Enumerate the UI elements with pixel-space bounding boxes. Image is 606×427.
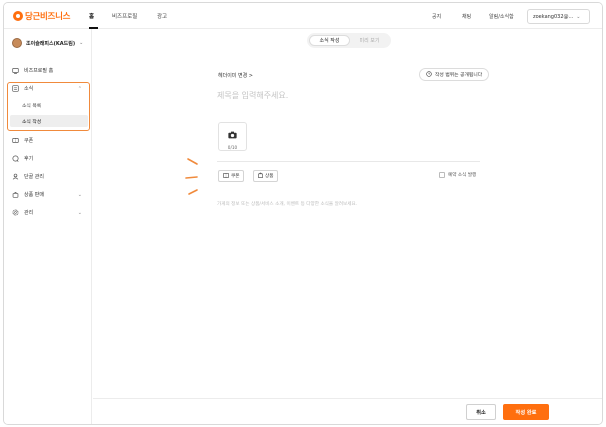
chevron-up-icon: ⌃ (77, 85, 82, 92)
attach-product-button[interactable]: 상품 (253, 170, 279, 182)
decorative-dashes (185, 158, 198, 195)
news-icon (12, 85, 19, 92)
nav-tab-home[interactable]: 홈 (89, 12, 94, 20)
chat-link[interactable]: 채팅 (462, 13, 471, 20)
profile-switcher[interactable]: 조이슬래피스(KA드림) ⌄ (12, 38, 83, 48)
sidebar-subitem-news-list[interactable]: 소식 목록 (10, 99, 88, 111)
notice-link[interactable]: 공지 (432, 13, 441, 20)
camera-icon (228, 124, 237, 143)
mode-toggle: 소식 작성 미리 보기 (307, 33, 391, 48)
chevron-down-icon: ⌄ (77, 191, 82, 198)
browser-window: 당근비즈니스 홈 비즈프로필 광고 공지 채팅 알림/소식함 zoekang03… (3, 2, 603, 425)
reserve-label: 예약 소식 발행 (448, 173, 477, 178)
sidebar-item-label: 후기 (24, 156, 34, 162)
attach-coupon-button[interactable]: 쿠폰 (218, 170, 245, 182)
avatar (12, 38, 22, 48)
profile-home-icon (12, 67, 19, 74)
sidebar-item-review[interactable]: 후기 (12, 155, 86, 162)
body-input[interactable] (217, 198, 480, 210)
cancel-button[interactable]: 취소 (466, 404, 496, 420)
title-input[interactable] (217, 88, 477, 102)
logo-mark-icon (13, 11, 23, 21)
header-image-change-link[interactable]: 헤더이미 변경 > (218, 72, 253, 79)
account-email: zoekang032@... (533, 13, 574, 20)
tab-preview[interactable]: 미리 보기 (350, 35, 389, 46)
coupon-icon (223, 172, 229, 180)
review-icon (12, 155, 19, 162)
notifications-link[interactable]: 알림/소식함 (489, 13, 514, 20)
audience-button[interactable]: 작성 범위는 공개됩니다 (419, 68, 490, 81)
sidebar-item-news[interactable]: 소식 ⌃ (12, 85, 86, 92)
reserve-checkbox[interactable] (439, 172, 445, 178)
reserve-post-option[interactable]: 예약 소식 발행 (439, 172, 476, 178)
tab-write[interactable]: 소식 작성 (309, 35, 350, 46)
audience-label: 작성 범위는 공개됩니다 (435, 73, 483, 78)
sidebar-item-label: 소식 (24, 86, 34, 92)
account-dropdown[interactable]: zoekang032@... ⌄ (527, 9, 590, 24)
sidebar-item-regulars[interactable]: 단골 관리 (12, 173, 86, 180)
clock-icon (426, 70, 432, 79)
shop-icon (12, 191, 19, 198)
sidebar-item-label: 단골 관리 (24, 174, 44, 180)
sidebar-item-label: 상품 판매 (24, 192, 44, 198)
divider (217, 161, 480, 162)
sidebar-item-settings[interactable]: 관리 ⌄ (12, 209, 86, 216)
regulars-icon (12, 173, 19, 180)
profile-name: 조이슬래피스(KA드림) (26, 40, 76, 47)
photo-count: 0/10 (227, 144, 238, 150)
sidebar-item-bizprofile-home[interactable]: 비즈프로필 홈 (12, 67, 86, 74)
nav-tab-bizprofile[interactable]: 비즈프로필 (112, 12, 137, 20)
chevron-down-icon: ⌄ (576, 13, 581, 20)
submit-button[interactable]: 작성 완료 (503, 404, 549, 420)
top-navbar: 당근비즈니스 홈 비즈프로필 광고 공지 채팅 알림/소식함 zoekang03… (4, 3, 602, 29)
sidebar-item-label: 비즈프로필 홈 (24, 68, 54, 74)
sidebar-item-label: 쿠폰 (24, 138, 34, 144)
sidebar-item-coupon[interactable]: 쿠폰 (12, 137, 86, 144)
logo-text: 당근비즈니스 (25, 12, 71, 22)
sidebar: 조이슬래피스(KA드림) ⌄ 비즈프로필 홈 소식 ⌃ 소식 목록 소식 작성 … (4, 29, 92, 424)
editor-area: 소식 작성 미리 보기 헤더이미 변경 > 작성 범위는 공개됩니다 0/10 (93, 30, 602, 424)
chevron-down-icon: ⌄ (77, 209, 82, 216)
photo-upload-button[interactable]: 0/10 (218, 122, 247, 151)
editor-footer: 취소 작성 완료 (93, 398, 602, 424)
sidebar-item-shop[interactable]: 상품 판매 ⌄ (12, 191, 86, 198)
sidebar-item-label: 관리 (24, 210, 34, 216)
coupon-icon (12, 137, 19, 144)
brand-logo[interactable]: 당근비즈니스 (13, 10, 70, 22)
attach-coupon-label: 쿠폰 (231, 174, 240, 179)
settings-icon (12, 209, 19, 216)
attach-product-label: 상품 (265, 174, 274, 179)
nav-tab-ads[interactable]: 광고 (157, 12, 167, 20)
chevron-down-icon: ⌄ (79, 40, 84, 46)
shopping-bag-icon (258, 172, 263, 180)
sidebar-subitem-news-write[interactable]: 소식 작성 (10, 115, 88, 127)
